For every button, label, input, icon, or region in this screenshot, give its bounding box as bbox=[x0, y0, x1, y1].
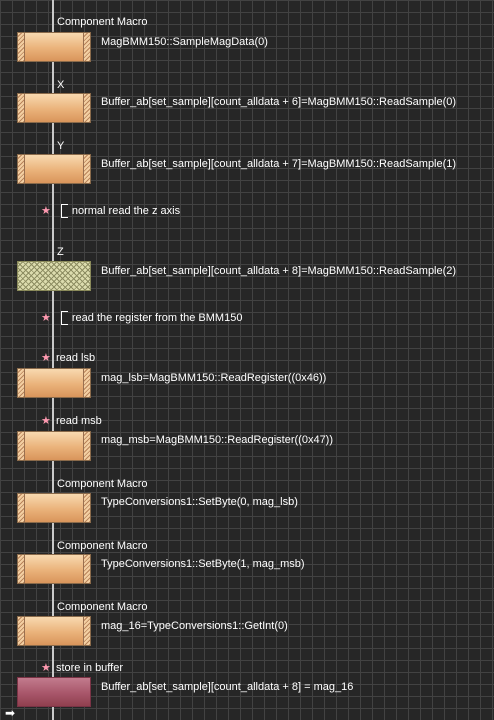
step-label: Component Macro bbox=[57, 601, 148, 613]
block-code: mag_lsb=MagBMM150::ReadRegister((0x46)) bbox=[101, 372, 327, 384]
block-edge-left bbox=[18, 33, 25, 61]
step-label: ★ read lsb bbox=[41, 352, 96, 364]
macro-block[interactable] bbox=[17, 493, 91, 523]
disabled-calculation-block[interactable] bbox=[17, 261, 91, 291]
block-code: mag_16=TypeConversions1::GetInt(0) bbox=[101, 620, 288, 632]
block-edge-right bbox=[83, 555, 90, 583]
block-code: mag_msb=MagBMM150::ReadRegister((0x47)) bbox=[101, 434, 334, 446]
comment[interactable]: ★ read the register from the BMM150 bbox=[41, 311, 242, 325]
macro-block[interactable] bbox=[17, 554, 91, 584]
block-edge-right bbox=[83, 33, 90, 61]
step-label: X bbox=[57, 79, 65, 91]
calculation-block[interactable] bbox=[17, 93, 91, 123]
block-code: TypeConversions1::SetByte(0, mag_lsb) bbox=[101, 496, 298, 508]
entry-arrow-icon: ➡ bbox=[5, 706, 16, 720]
comment-star-icon: ★ bbox=[41, 204, 51, 217]
macro-block[interactable] bbox=[17, 32, 91, 62]
selected-calculation-block[interactable] bbox=[17, 677, 91, 707]
block-edge-left bbox=[18, 432, 25, 460]
comment-text: read the register from the BMM150 bbox=[71, 311, 243, 324]
step-label: ★ store in buffer bbox=[41, 662, 123, 674]
comment-bracket bbox=[60, 204, 68, 218]
macro-block[interactable] bbox=[17, 431, 91, 461]
block-code: Buffer_ab[set_sample][count_alldata + 6]… bbox=[101, 96, 457, 108]
step-label: ★ read msb bbox=[41, 415, 102, 427]
comment-star-icon: ★ bbox=[41, 662, 51, 674]
macro-block[interactable] bbox=[17, 368, 91, 398]
macro-block[interactable] bbox=[17, 616, 91, 646]
block-edge-right bbox=[83, 94, 90, 122]
comment-star-icon: ★ bbox=[41, 415, 51, 427]
block-edge-right bbox=[83, 617, 90, 645]
step-label: Component Macro bbox=[57, 540, 148, 552]
block-edge-left bbox=[18, 94, 25, 122]
block-edge-right bbox=[83, 155, 90, 183]
comment-text: normal read the z axis bbox=[71, 204, 181, 217]
block-edge-left bbox=[18, 494, 25, 522]
step-label: Component Macro bbox=[57, 478, 148, 490]
block-code: MagBMM150::SampleMagData(0) bbox=[101, 36, 268, 48]
block-edge-right bbox=[83, 432, 90, 460]
block-edge-left bbox=[18, 555, 25, 583]
block-edge-right bbox=[83, 369, 90, 397]
calculation-block[interactable] bbox=[17, 154, 91, 184]
comment-bracket bbox=[60, 311, 68, 325]
comment[interactable]: ★ normal read the z axis bbox=[41, 204, 180, 218]
block-code: Buffer_ab[set_sample][count_alldata + 7]… bbox=[101, 158, 457, 170]
block-edge-left bbox=[18, 617, 25, 645]
block-edge-left bbox=[18, 369, 25, 397]
comment-star-icon: ★ bbox=[41, 352, 51, 364]
step-label: Y bbox=[57, 140, 65, 152]
block-code: TypeConversions1::SetByte(1, mag_msb) bbox=[101, 558, 305, 570]
step-label: Component Macro bbox=[57, 16, 148, 28]
block-edge-left bbox=[18, 155, 25, 183]
block-code: Buffer_ab[set_sample][count_alldata + 8]… bbox=[101, 265, 457, 277]
block-code: Buffer_ab[set_sample][count_alldata + 8]… bbox=[101, 681, 354, 693]
block-edge-right bbox=[83, 494, 90, 522]
step-label: Z bbox=[57, 246, 64, 258]
comment-star-icon: ★ bbox=[41, 311, 51, 324]
